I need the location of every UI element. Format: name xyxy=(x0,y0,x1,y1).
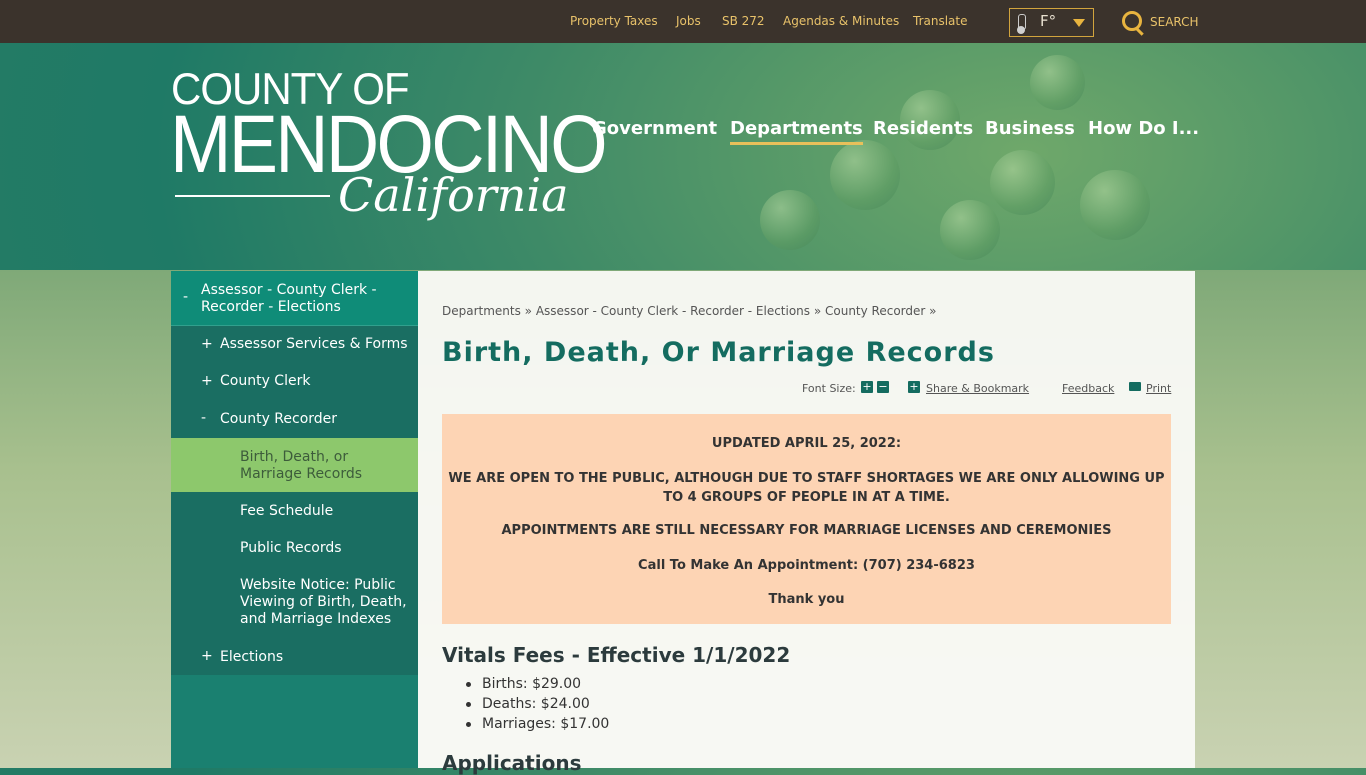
font-decrease-button[interactable]: − xyxy=(877,381,889,393)
top-utility-bar: Property Taxes Jobs SB 272 Agendas & Min… xyxy=(0,0,1366,43)
search-button[interactable]: SEARCH xyxy=(1150,15,1199,29)
breadcrumb[interactable]: Departments » Assessor - County Clerk - … xyxy=(442,304,937,318)
sidebar-item-assessor-services[interactable]: + Assessor Services & Forms xyxy=(171,326,418,363)
expand-icon: + xyxy=(201,648,213,664)
collapse-icon: - xyxy=(183,289,189,305)
sidebar-item-label: Public Records xyxy=(240,540,342,556)
notice-thanks: Thank you xyxy=(768,592,845,607)
sidebar-item-label: Website Notice: Public Viewing of Birth,… xyxy=(240,577,407,627)
print-icon[interactable] xyxy=(1129,382,1141,391)
font-increase-button[interactable]: + xyxy=(861,381,873,393)
page-title: Birth, Death, Or Marriage Records xyxy=(442,337,995,368)
print-link[interactable]: Print xyxy=(1146,382,1171,395)
expand-icon: + xyxy=(201,373,213,389)
feedback-link[interactable]: Feedback xyxy=(1062,382,1114,395)
grape-decoration xyxy=(760,190,820,250)
sidebar-item-label: Elections xyxy=(220,649,284,665)
sidebar-section-assessor[interactable]: - Assessor - County Clerk - Recorder - E… xyxy=(171,271,418,326)
notice-open: WE ARE OPEN TO THE PUBLIC, ALTHOUGH DUE … xyxy=(448,471,1165,505)
notice-appointments: APPOINTMENTS ARE STILL NECESSARY FOR MAR… xyxy=(501,523,1112,538)
temperature-unit: F° xyxy=(1040,12,1057,30)
nav-departments[interactable]: Departments xyxy=(730,118,863,145)
sidebar-item-website-notice[interactable]: Website Notice: Public Viewing of Birth,… xyxy=(171,566,418,638)
toplink-property-taxes[interactable]: Property Taxes xyxy=(570,14,658,28)
collapse-icon: - xyxy=(201,410,207,426)
sidebar-item-public-records[interactable]: Public Records xyxy=(171,529,418,566)
thermometer-icon xyxy=(1017,14,1026,34)
toplink-translate[interactable]: Translate xyxy=(913,14,968,28)
sidebar-item-county-clerk[interactable]: + County Clerk xyxy=(171,363,418,400)
sidebar-item-birth-death-marriage[interactable]: Birth, Death, or Marriage Records xyxy=(171,438,418,492)
grape-decoration xyxy=(830,140,900,210)
nav-business[interactable]: Business xyxy=(985,118,1075,139)
sidebar-section-label: Assessor - County Clerk - Recorder - Ele… xyxy=(201,282,377,315)
font-size-label: Font Size: xyxy=(802,382,856,395)
list-item: Births: $29.00 xyxy=(442,674,609,694)
sidebar-item-county-recorder[interactable]: - County Recorder xyxy=(171,400,418,438)
logo-rule xyxy=(175,195,330,197)
grape-decoration xyxy=(1030,55,1085,110)
sidebar-item-label: Fee Schedule xyxy=(240,503,334,519)
main-content: Departments » Assessor - County Clerk - … xyxy=(418,271,1195,775)
nav-residents[interactable]: Residents xyxy=(873,118,973,139)
notice-updated: UPDATED APRIL 25, 2022: xyxy=(711,436,902,451)
fees-heading: Vitals Fees - Effective 1/1/2022 xyxy=(442,643,791,667)
search-icon[interactable] xyxy=(1122,11,1142,31)
toplink-agendas[interactable]: Agendas & Minutes xyxy=(783,14,899,28)
list-item: Marriages: $17.00 xyxy=(442,714,609,734)
share-icon[interactable]: + xyxy=(908,381,920,393)
temperature-unit-select[interactable]: F° xyxy=(1009,8,1094,37)
nav-government[interactable]: Government xyxy=(592,118,717,139)
logo-california: California xyxy=(338,168,569,222)
notice-phone: Call To Make An Appointment: (707) 234-6… xyxy=(638,558,975,573)
toplink-sb272[interactable]: SB 272 xyxy=(722,14,765,28)
sidebar-item-elections[interactable]: + Elections xyxy=(171,638,418,675)
chevron-down-icon xyxy=(1073,19,1085,27)
list-item: Deaths: $24.00 xyxy=(442,694,609,714)
sidebar-nav: - Assessor - County Clerk - Recorder - E… xyxy=(171,271,418,768)
sidebar-item-label: Assessor Services & Forms xyxy=(220,336,408,352)
fees-list: Births: $29.00 Deaths: $24.00 Marriages:… xyxy=(442,674,609,734)
nav-how-do-i[interactable]: How Do I... xyxy=(1088,118,1199,139)
grape-decoration xyxy=(940,200,1000,260)
share-bookmark-link[interactable]: Share & Bookmark xyxy=(926,382,1029,395)
grape-decoration xyxy=(990,150,1055,215)
grape-decoration xyxy=(1080,170,1150,240)
notice-box: UPDATED APRIL 25, 2022: WE ARE OPEN TO T… xyxy=(442,414,1171,624)
expand-icon: + xyxy=(201,336,213,352)
sidebar-item-fee-schedule[interactable]: Fee Schedule xyxy=(171,492,418,529)
sidebar-item-label: County Clerk xyxy=(220,373,311,389)
sidebar-item-label: Birth, Death, or Marriage Records xyxy=(240,449,363,482)
toplink-jobs[interactable]: Jobs xyxy=(676,14,701,28)
applications-heading: Applications xyxy=(442,751,582,775)
sidebar-item-label: County Recorder xyxy=(220,411,338,427)
